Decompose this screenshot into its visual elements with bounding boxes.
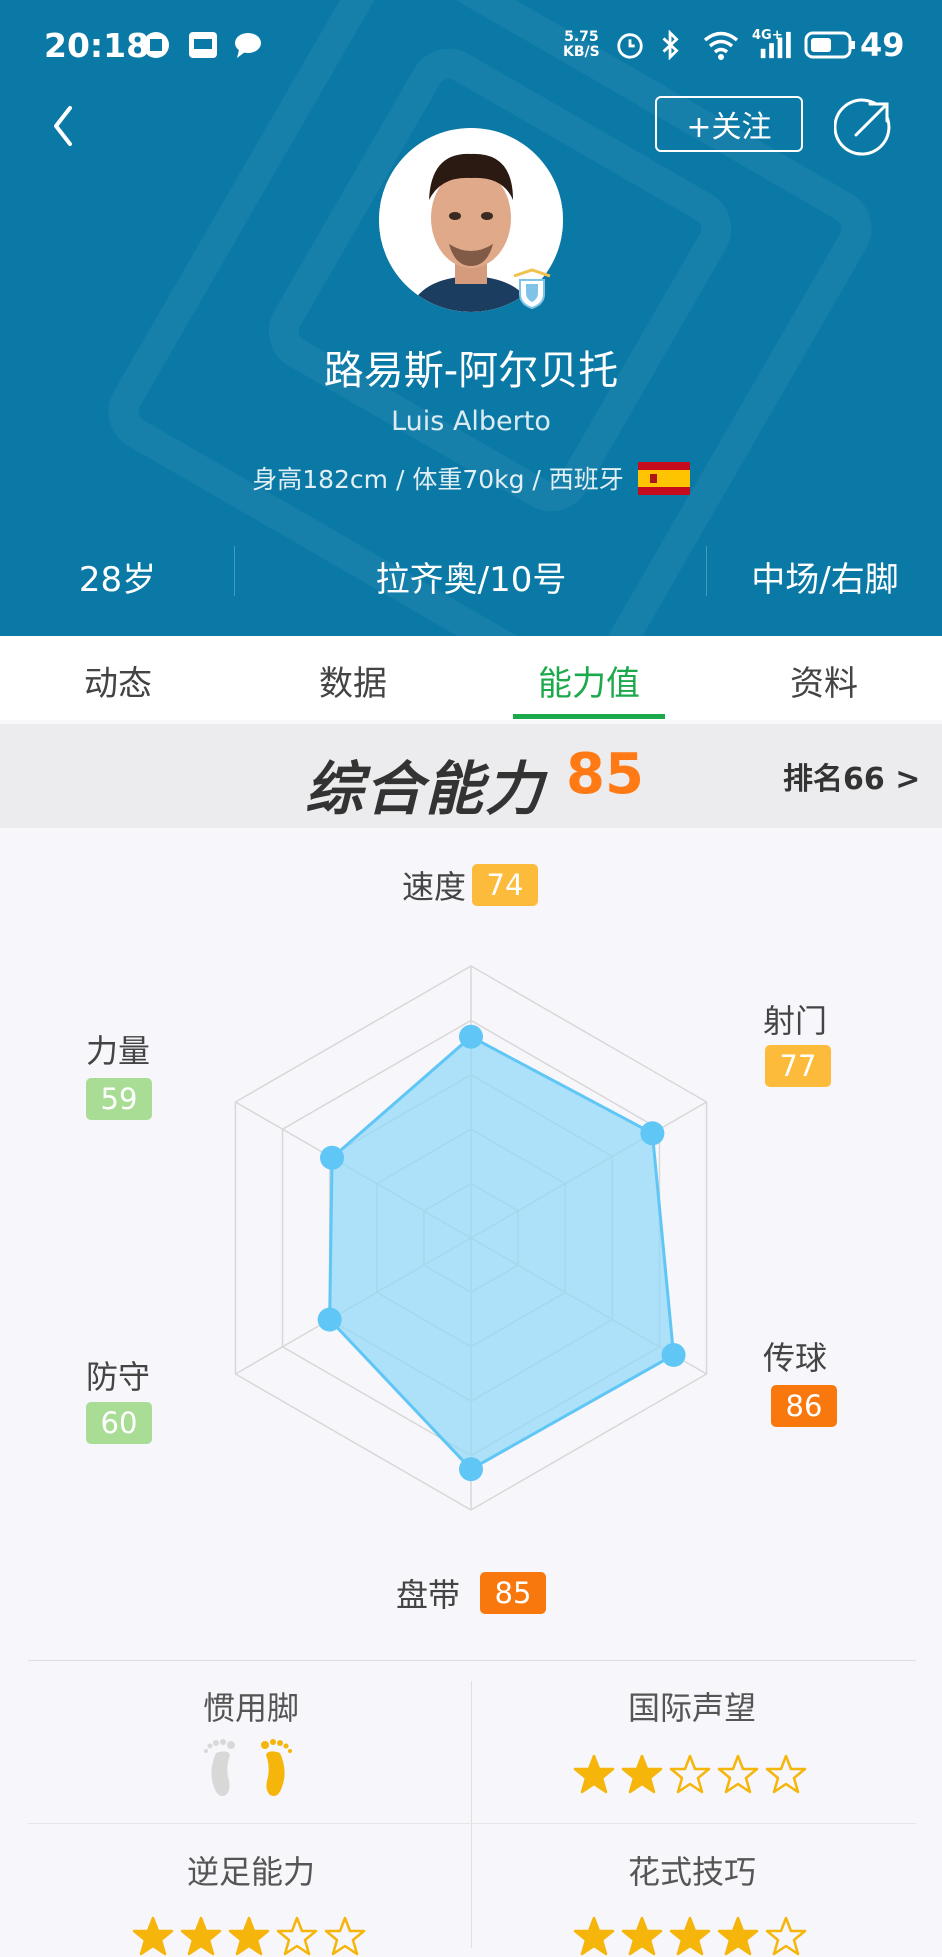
- spain-flag-icon: [637, 461, 690, 495]
- grid-divider-horizontal: [28, 1823, 916, 1824]
- player-age: 28岁: [78, 560, 157, 600]
- star-filled-icon: [573, 1754, 615, 1794]
- axis-label-strength: 力量: [86, 1032, 151, 1070]
- grid-divider-vertical: [471, 1681, 472, 1948]
- axis-label-speed: 速度: [402, 868, 467, 906]
- star-empty-icon: [669, 1754, 711, 1794]
- overall-score: 85: [566, 742, 644, 807]
- star-empty-icon: [276, 1916, 318, 1956]
- axis-label-defending: 防守: [86, 1358, 151, 1396]
- battery-icon: [804, 31, 855, 59]
- radar-point-4: [317, 1307, 342, 1332]
- tab-ability[interactable]: 能力值: [509, 656, 669, 705]
- axis-value-passing: 86: [771, 1385, 837, 1427]
- axis-label-shooting: 射门: [763, 1002, 828, 1040]
- star-filled-icon: [621, 1754, 663, 1794]
- player-info-text: 身高182cm / 体重70kg / 西班牙: [252, 465, 624, 494]
- wifi-icon: [703, 31, 739, 60]
- chat-icon: [235, 33, 261, 58]
- axis-value-strength: 59: [86, 1078, 152, 1120]
- star-filled-icon: [717, 1916, 759, 1956]
- club-badge-icon: [513, 268, 551, 310]
- left-foot-icon: [204, 1739, 235, 1796]
- network-speed: 5.75 KB/S: [563, 30, 600, 60]
- star-empty-icon: [765, 1754, 807, 1794]
- active-tab-indicator: [513, 714, 665, 719]
- radar-point-2: [661, 1342, 686, 1367]
- axis-value-dribbling: 85: [480, 1572, 546, 1614]
- player-header: 20:18 5.75 KB/S 4G+ 49 +关注 路易斯-阿尔贝托 Luis…: [0, 0, 942, 636]
- alarm-icon: [617, 33, 643, 59]
- axis-label-passing: 传球: [763, 1339, 828, 1377]
- intl-reputation-label: 国际声望: [627, 1689, 756, 1727]
- star-filled-icon: [669, 1916, 711, 1956]
- right-foot-icon: [261, 1739, 292, 1796]
- share-button[interactable]: [834, 95, 896, 157]
- radar-svg: [234, 965, 708, 1511]
- radar-point-5: [320, 1145, 345, 1170]
- intl-reputation-stars: [573, 1753, 807, 1795]
- star-empty-icon: [717, 1754, 759, 1794]
- ability-radar-chart: 速度 74 射门 77 传球 86 盘带 85 防守 60 力量 59: [0, 828, 942, 1648]
- preferred-foot-indicator: [202, 1737, 294, 1801]
- status-bar: 20:18 5.75 KB/S 4G+ 49: [0, 0, 942, 95]
- axis-value-defending: 60: [86, 1402, 152, 1444]
- skill-moves-label: 花式技巧: [627, 1853, 756, 1891]
- notification-icon: [143, 32, 169, 58]
- tab-bar: 动态 数据 能力值 资料: [0, 636, 942, 720]
- star-filled-icon: [621, 1916, 663, 1956]
- star-filled-icon: [573, 1916, 615, 1956]
- radar-point-0: [459, 1024, 483, 1049]
- axis-value-speed: 74: [472, 864, 538, 906]
- star-empty-icon: [765, 1916, 807, 1956]
- preferred-foot-label: 惯用脚: [202, 1689, 299, 1727]
- speed-unit: KB/S: [563, 44, 600, 60]
- status-time: 20:18: [44, 26, 150, 65]
- player-position-foot: 中场/右脚: [751, 560, 899, 600]
- weak-foot-label: 逆足能力: [186, 1853, 315, 1891]
- signal-icon: [760, 31, 791, 59]
- skill-moves-stars: [573, 1915, 807, 1957]
- tab-profile[interactable]: 资料: [744, 656, 904, 705]
- rank-link[interactable]: 排名66 >: [783, 754, 920, 798]
- player-name-cn: 路易斯-阿尔贝托: [323, 348, 619, 394]
- star-filled-icon: [180, 1916, 222, 1956]
- player-name-en: Luis Alberto: [391, 406, 551, 437]
- attribute-grid: 惯用脚 国际声望 逆足能力 花式技巧: [28, 1660, 916, 1956]
- back-button[interactable]: [46, 100, 106, 160]
- player-info-row: 身高182cm / 体重70kg / 西班牙: [0, 460, 942, 496]
- player-metrics: 28岁 拉齐奥/10号 中场/右脚: [0, 540, 942, 602]
- speed-value: 5.75: [564, 29, 599, 45]
- overall-title: 综合能力: [305, 755, 546, 823]
- star-filled-icon: [132, 1916, 174, 1956]
- axis-value-shooting: 77: [765, 1045, 831, 1087]
- tab-activity[interactable]: 动态: [38, 656, 198, 705]
- axis-label-dribbling: 盘带: [396, 1576, 461, 1614]
- weak-foot-stars: [132, 1915, 366, 1957]
- radar-point-3: [459, 1457, 483, 1482]
- app-icon: [189, 32, 217, 58]
- star-filled-icon: [228, 1916, 270, 1956]
- radar-point-1: [640, 1121, 665, 1146]
- tab-data[interactable]: 数据: [273, 656, 433, 705]
- star-empty-icon: [324, 1916, 366, 1956]
- player-club-number: 拉齐奥/10号: [375, 560, 567, 600]
- overall-ability-bar: 综合能力 85 排名66 >: [0, 724, 942, 828]
- bluetooth-icon: [662, 30, 679, 60]
- battery-level: 49: [860, 26, 905, 64]
- follow-button[interactable]: +关注: [655, 96, 803, 152]
